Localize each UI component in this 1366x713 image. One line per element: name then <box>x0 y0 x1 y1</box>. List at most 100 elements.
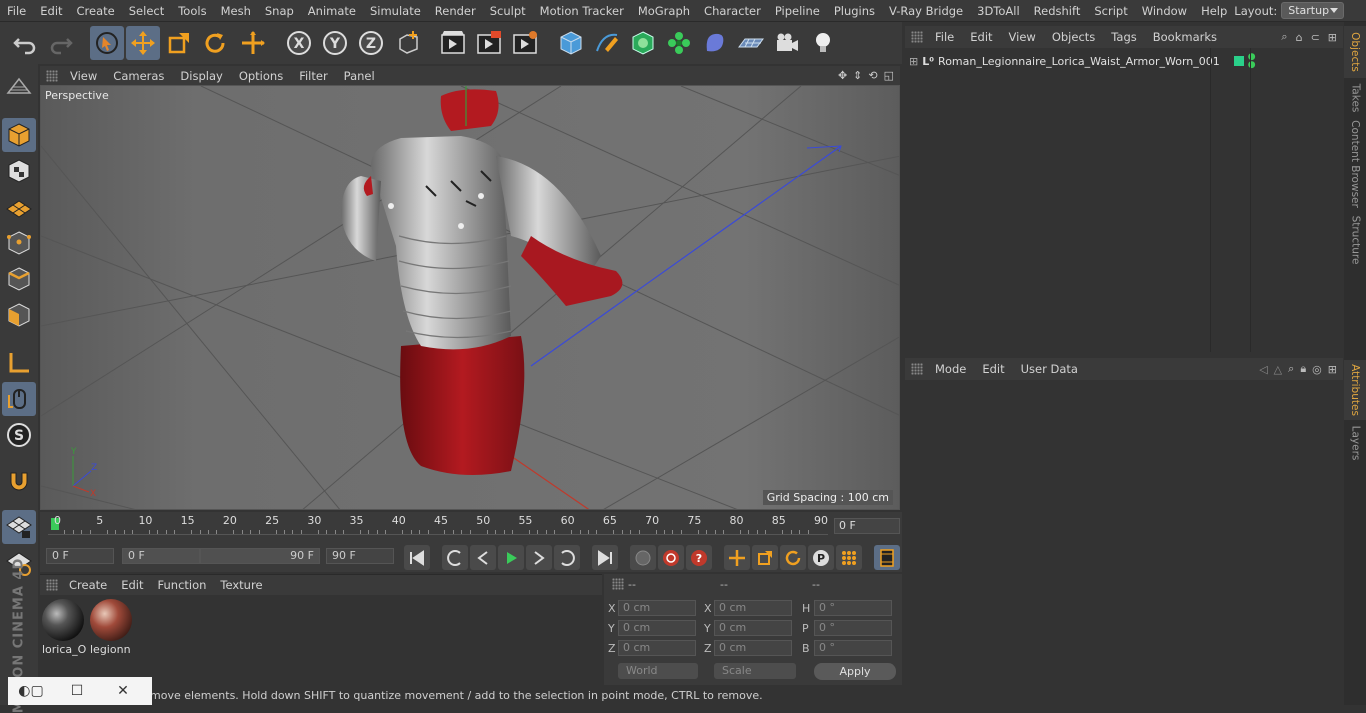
layout-select[interactable]: Startup <box>1281 2 1344 19</box>
tab-structure[interactable]: Structure <box>1344 212 1366 268</box>
viewport-menu-display[interactable]: Display <box>172 69 230 83</box>
size-z-field[interactable]: 0 cm <box>714 640 792 656</box>
redo-icon[interactable] <box>44 26 78 60</box>
render-view-icon[interactable] <box>436 26 470 60</box>
orbit-view-icon[interactable]: ⟲ <box>868 69 877 82</box>
pos-x-field[interactable]: 0 cm <box>618 600 696 616</box>
play-icon[interactable] <box>498 545 524 570</box>
link-icon[interactable]: ⊂ <box>1311 31 1320 44</box>
menu-3dtoall[interactable]: 3DToAll <box>970 0 1027 22</box>
dolly-view-icon[interactable]: ⇕ <box>853 69 862 82</box>
target-icon[interactable]: ◎ <box>1312 363 1322 376</box>
menu-redshift[interactable]: Redshift <box>1027 0 1088 22</box>
rot-b-field[interactable]: 0 ° <box>814 640 892 656</box>
new-panel-icon[interactable]: ⊞ <box>1328 363 1337 376</box>
objects-menu-view[interactable]: View <box>1001 30 1044 44</box>
model-mode-icon[interactable] <box>2 118 36 152</box>
cloner-icon[interactable] <box>662 26 696 60</box>
key-scale-icon[interactable] <box>752 545 778 570</box>
search-icon[interactable]: ⌕ <box>1288 362 1294 376</box>
snap-magnet-icon[interactable] <box>2 464 36 498</box>
material-menu-texture[interactable]: Texture <box>213 578 269 592</box>
current-frame-field[interactable]: 0 F <box>834 518 900 534</box>
close-icon[interactable]: ✕ <box>100 683 146 699</box>
menu-simulate[interactable]: Simulate <box>363 0 428 22</box>
material-menu-edit[interactable]: Edit <box>114 578 150 592</box>
texture-mode-icon[interactable] <box>2 154 36 188</box>
menu-vray-bridge[interactable]: V-Ray Bridge <box>882 0 970 22</box>
home-icon[interactable]: ⌂ <box>1296 31 1303 44</box>
menu-plugins[interactable]: Plugins <box>827 0 882 22</box>
key-rotation-icon[interactable] <box>780 545 806 570</box>
pen-spline-icon[interactable] <box>590 26 624 60</box>
attributes-menu-user-data[interactable]: User Data <box>1013 362 1086 376</box>
menu-character[interactable]: Character <box>697 0 768 22</box>
range-end-field[interactable]: 90 F <box>200 548 320 564</box>
timeline[interactable]: 0 5 10 15 20 25 30 35 40 45 50 55 60 65 70 75 80 85 90 0 F <box>40 512 902 542</box>
menu-help[interactable]: Help <box>1194 0 1234 22</box>
render-settings-icon[interactable] <box>508 26 542 60</box>
y-axis-lock-icon[interactable]: Y <box>318 26 352 60</box>
search-icon[interactable]: ⌕ <box>1281 30 1287 44</box>
viewport-menu-options[interactable]: Options <box>231 69 291 83</box>
live-selection-icon[interactable] <box>90 26 124 60</box>
maximize-icon[interactable]: ☐ <box>54 683 100 699</box>
end-frame-field[interactable]: 90 F <box>326 548 394 564</box>
objects-menu-tags[interactable]: Tags <box>1103 30 1144 44</box>
workplane-lock-icon[interactable] <box>2 510 36 544</box>
move-tool-icon[interactable] <box>126 26 160 60</box>
menu-tools[interactable]: Tools <box>171 0 213 22</box>
menu-motion-tracker[interactable]: Motion Tracker <box>533 0 631 22</box>
app-switch-icon[interactable]: ◐▢ <box>8 683 54 699</box>
tab-objects[interactable]: Objects <box>1344 26 1366 78</box>
rot-h-field[interactable]: 0 ° <box>814 600 892 616</box>
deformer-icon[interactable] <box>698 26 732 60</box>
undo-icon[interactable] <box>8 26 42 60</box>
layer-color-icon[interactable] <box>1233 56 1244 66</box>
edges-mode-icon[interactable] <box>2 262 36 296</box>
objects-menu-bookmarks[interactable]: Bookmarks <box>1145 30 1225 44</box>
axis-mode-icon[interactable] <box>2 346 36 380</box>
solo-icon[interactable]: S <box>2 418 36 452</box>
size-x-field[interactable]: 0 cm <box>714 600 792 616</box>
tab-layers[interactable]: Layers <box>1344 422 1366 464</box>
menu-script[interactable]: Script <box>1087 0 1134 22</box>
polygons-mode-icon[interactable] <box>2 298 36 332</box>
menu-snap[interactable]: Snap <box>258 0 301 22</box>
camera-icon[interactable] <box>770 26 804 60</box>
menu-select[interactable]: Select <box>122 0 171 22</box>
menu-create[interactable]: Create <box>70 0 122 22</box>
key-position-icon[interactable] <box>724 545 750 570</box>
viewport-menu-panel[interactable]: Panel <box>336 69 383 83</box>
x-axis-lock-icon[interactable]: X <box>282 26 316 60</box>
range-start-field[interactable]: 0 F <box>122 548 200 564</box>
attributes-menu-edit[interactable]: Edit <box>974 362 1012 376</box>
z-axis-lock-icon[interactable]: Z <box>354 26 388 60</box>
menu-pipeline[interactable]: Pipeline <box>768 0 827 22</box>
new-panel-icon[interactable]: ⊞ <box>1328 31 1337 44</box>
pan-view-icon[interactable]: ✥ <box>838 69 847 82</box>
object-row[interactable]: ⊞ L⁰ Roman_Legionnaire_Lorica_Waist_Armo… <box>909 52 1339 70</box>
scale-tool-icon[interactable] <box>162 26 196 60</box>
back-icon[interactable]: ◁ <box>1259 363 1267 376</box>
apply-button[interactable]: Apply <box>814 663 896 680</box>
next-frame-icon[interactable] <box>526 545 552 570</box>
menu-animate[interactable]: Animate <box>301 0 363 22</box>
tweak-mode-icon[interactable] <box>2 382 36 416</box>
menu-sculpt[interactable]: Sculpt <box>483 0 533 22</box>
rotate-tool-icon[interactable] <box>198 26 232 60</box>
attributes-menu-mode[interactable]: Mode <box>927 362 974 376</box>
points-mode-icon[interactable] <box>2 226 36 260</box>
keyframe-selection-icon[interactable]: ? <box>686 545 712 570</box>
workplane-icon[interactable] <box>2 190 36 224</box>
scale-mode-select[interactable]: Scale <box>714 663 796 679</box>
go-to-end-icon[interactable] <box>592 545 618 570</box>
viewport-perspective[interactable]: Y Z X Perspective Grid Spacing : 100 cm <box>40 85 900 510</box>
tab-attributes[interactable]: Attributes <box>1344 360 1366 420</box>
start-frame-field[interactable]: 0 F <box>46 548 114 564</box>
maximize-view-icon[interactable]: ◱ <box>884 69 894 82</box>
make-editable-icon[interactable] <box>2 70 36 104</box>
viewport-menu-filter[interactable]: Filter <box>291 69 335 83</box>
coordinate-space-select[interactable]: World <box>618 663 698 679</box>
cube-primitive-icon[interactable] <box>554 26 588 60</box>
